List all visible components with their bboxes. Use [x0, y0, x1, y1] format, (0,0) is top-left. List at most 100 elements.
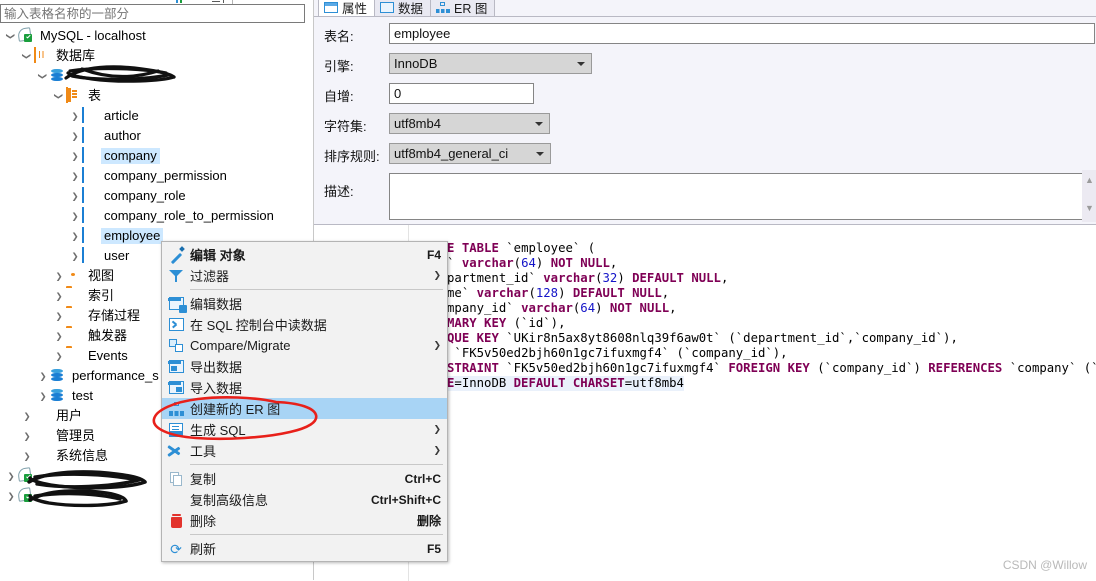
- menu-item[interactable]: 过滤器 ❯: [162, 265, 447, 286]
- table-context-menu[interactable]: 编辑 对象 F4 过滤器 ❯ 编辑数据在 SQL 控制台中读数据 Compare/Migr…: [161, 241, 448, 562]
- chevron-right-icon[interactable]: [4, 491, 18, 502]
- tree-node[interactable]: [0, 66, 313, 86]
- chevron-right-icon: ❯: [433, 445, 441, 455]
- chevron-down-icon[interactable]: [20, 51, 34, 62]
- menu-item-label: 刷新: [190, 542, 217, 557]
- tree-node[interactable]: company_role_to_permission: [0, 206, 313, 226]
- tree-node-label: Events: [88, 348, 128, 363]
- table-name-label: 表名:: [324, 29, 354, 44]
- tree-node[interactable]: company_permission: [0, 166, 313, 186]
- tree-node-label: 索引: [88, 288, 115, 303]
- search-input[interactable]: [0, 4, 305, 23]
- tree-node-label: test: [72, 388, 93, 403]
- menu-item[interactable]: 复制 Ctrl+C: [162, 468, 447, 489]
- menu-item[interactable]: 导出数据: [162, 356, 447, 377]
- table-icon: [82, 107, 98, 124]
- editor-tab[interactable]: ER 图: [430, 0, 496, 16]
- tree-node[interactable]: company: [0, 146, 313, 166]
- chevron-down-icon[interactable]: [52, 91, 66, 102]
- chevron-right-icon[interactable]: [68, 131, 82, 142]
- generate-sql-icon: [162, 419, 190, 440]
- editor-tab[interactable]: 数据: [374, 0, 432, 16]
- auto-increment-label: 自增:: [324, 89, 354, 104]
- collation-select[interactable]: utf8mb4_general_ci: [389, 143, 551, 164]
- menu-item[interactable]: 编辑数据: [162, 293, 447, 314]
- menu-item-label: 删除: [190, 514, 217, 529]
- menu-item[interactable]: ⟳ 刷新 F5: [162, 538, 447, 559]
- table-name-input[interactable]: employee: [389, 23, 1095, 44]
- chevron-right-icon[interactable]: [36, 391, 50, 402]
- vertical-scrollbar[interactable]: ▲ ▼: [1082, 170, 1096, 222]
- tree-node-label: user: [104, 248, 130, 263]
- chevron-down-icon[interactable]: [36, 71, 50, 82]
- data-icon: [380, 1, 395, 14]
- import-icon: [162, 377, 190, 398]
- editor-tab-strip[interactable]: 属性 数据 ER 图: [314, 0, 1096, 17]
- table-list-icon: [66, 87, 82, 104]
- menu-item-shortcut: Ctrl+Shift+C: [370, 492, 441, 507]
- folder-icon: [66, 288, 82, 304]
- chevron-right-icon[interactable]: [20, 431, 34, 442]
- menu-item[interactable]: Compare/Migrate ❯: [162, 335, 447, 356]
- menu-item-label: 工具: [190, 444, 217, 459]
- charset-select[interactable]: utf8mb4: [389, 113, 550, 134]
- menu-item-label: 创建新的 ER 图: [190, 402, 281, 417]
- engine-select[interactable]: InnoDB: [389, 53, 592, 74]
- scroll-down-icon[interactable]: ▼: [1085, 204, 1094, 213]
- menu-item-shortcut: Ctrl+C: [404, 471, 441, 486]
- chevron-right-icon[interactable]: [36, 371, 50, 382]
- menu-item-label: 复制高级信息: [190, 493, 269, 508]
- editor-tab-label: 数据: [398, 2, 424, 16]
- chevron-right-icon[interactable]: [52, 271, 66, 282]
- menu-item[interactable]: 生成 SQL ❯: [162, 419, 447, 440]
- chevron-right-icon[interactable]: [68, 171, 82, 182]
- chevron-right-icon[interactable]: [68, 251, 82, 262]
- chevron-right-icon[interactable]: [20, 451, 34, 462]
- eye-icon: [66, 268, 82, 284]
- menu-item[interactable]: 删除 删除: [162, 510, 447, 531]
- chevron-right-icon[interactable]: [52, 311, 66, 322]
- tree-node-label: author: [104, 128, 141, 143]
- menu-item[interactable]: 编辑 对象 F4: [162, 244, 447, 265]
- table-icon: [82, 247, 98, 264]
- menu-item[interactable]: 在 SQL 控制台中读数据: [162, 314, 447, 335]
- chevron-right-icon[interactable]: [4, 471, 18, 482]
- auto-increment-input[interactable]: 0: [389, 83, 534, 104]
- properties-icon: [324, 1, 338, 14]
- chevron-right-icon[interactable]: [68, 111, 82, 122]
- chevron-right-icon[interactable]: [52, 351, 66, 362]
- editor-tab-label: 属性: [342, 2, 368, 16]
- folder-icon: [66, 308, 82, 324]
- tree-node[interactable]: 表: [0, 86, 313, 106]
- chevron-down-icon[interactable]: [4, 31, 18, 42]
- menu-separator: [190, 534, 443, 535]
- chevron-right-icon[interactable]: [52, 291, 66, 302]
- tree-node[interactable]: author: [0, 126, 313, 146]
- editor-tab[interactable]: 属性: [318, 0, 376, 16]
- menu-item[interactable]: 工具 ❯: [162, 440, 447, 461]
- scroll-up-icon[interactable]: ▲: [1085, 176, 1094, 185]
- tree-node[interactable]: 数据库: [0, 46, 313, 66]
- database-icon: [50, 68, 66, 84]
- er-diagram-icon: [436, 1, 451, 14]
- menu-item[interactable]: 复制高级信息 Ctrl+Shift+C: [162, 489, 447, 510]
- menu-item-label: 过滤器: [190, 269, 230, 284]
- chevron-right-icon[interactable]: [68, 211, 82, 222]
- chevron-right-icon[interactable]: [68, 231, 82, 242]
- chevron-right-icon[interactable]: [52, 331, 66, 342]
- description-textarea[interactable]: [389, 173, 1095, 220]
- menu-item[interactable]: 导入数据: [162, 377, 447, 398]
- collation-value: utf8mb4_general_ci: [394, 146, 509, 161]
- chevron-right-icon[interactable]: [68, 151, 82, 162]
- chevron-right-icon[interactable]: [68, 191, 82, 202]
- menu-item[interactable]: 创建新的 ER 图: [162, 398, 447, 419]
- tree-node-label: 管理员: [56, 428, 96, 443]
- chevron-right-icon[interactable]: [20, 411, 34, 422]
- menu-separator: [190, 289, 443, 290]
- folder-icon: [66, 348, 82, 364]
- folder-icon: [66, 328, 82, 344]
- tree-node[interactable]: MySQL - localhost: [0, 26, 313, 46]
- tree-node-label: company_permission: [104, 168, 227, 183]
- tree-node[interactable]: company_role: [0, 186, 313, 206]
- tree-node[interactable]: article: [0, 106, 313, 126]
